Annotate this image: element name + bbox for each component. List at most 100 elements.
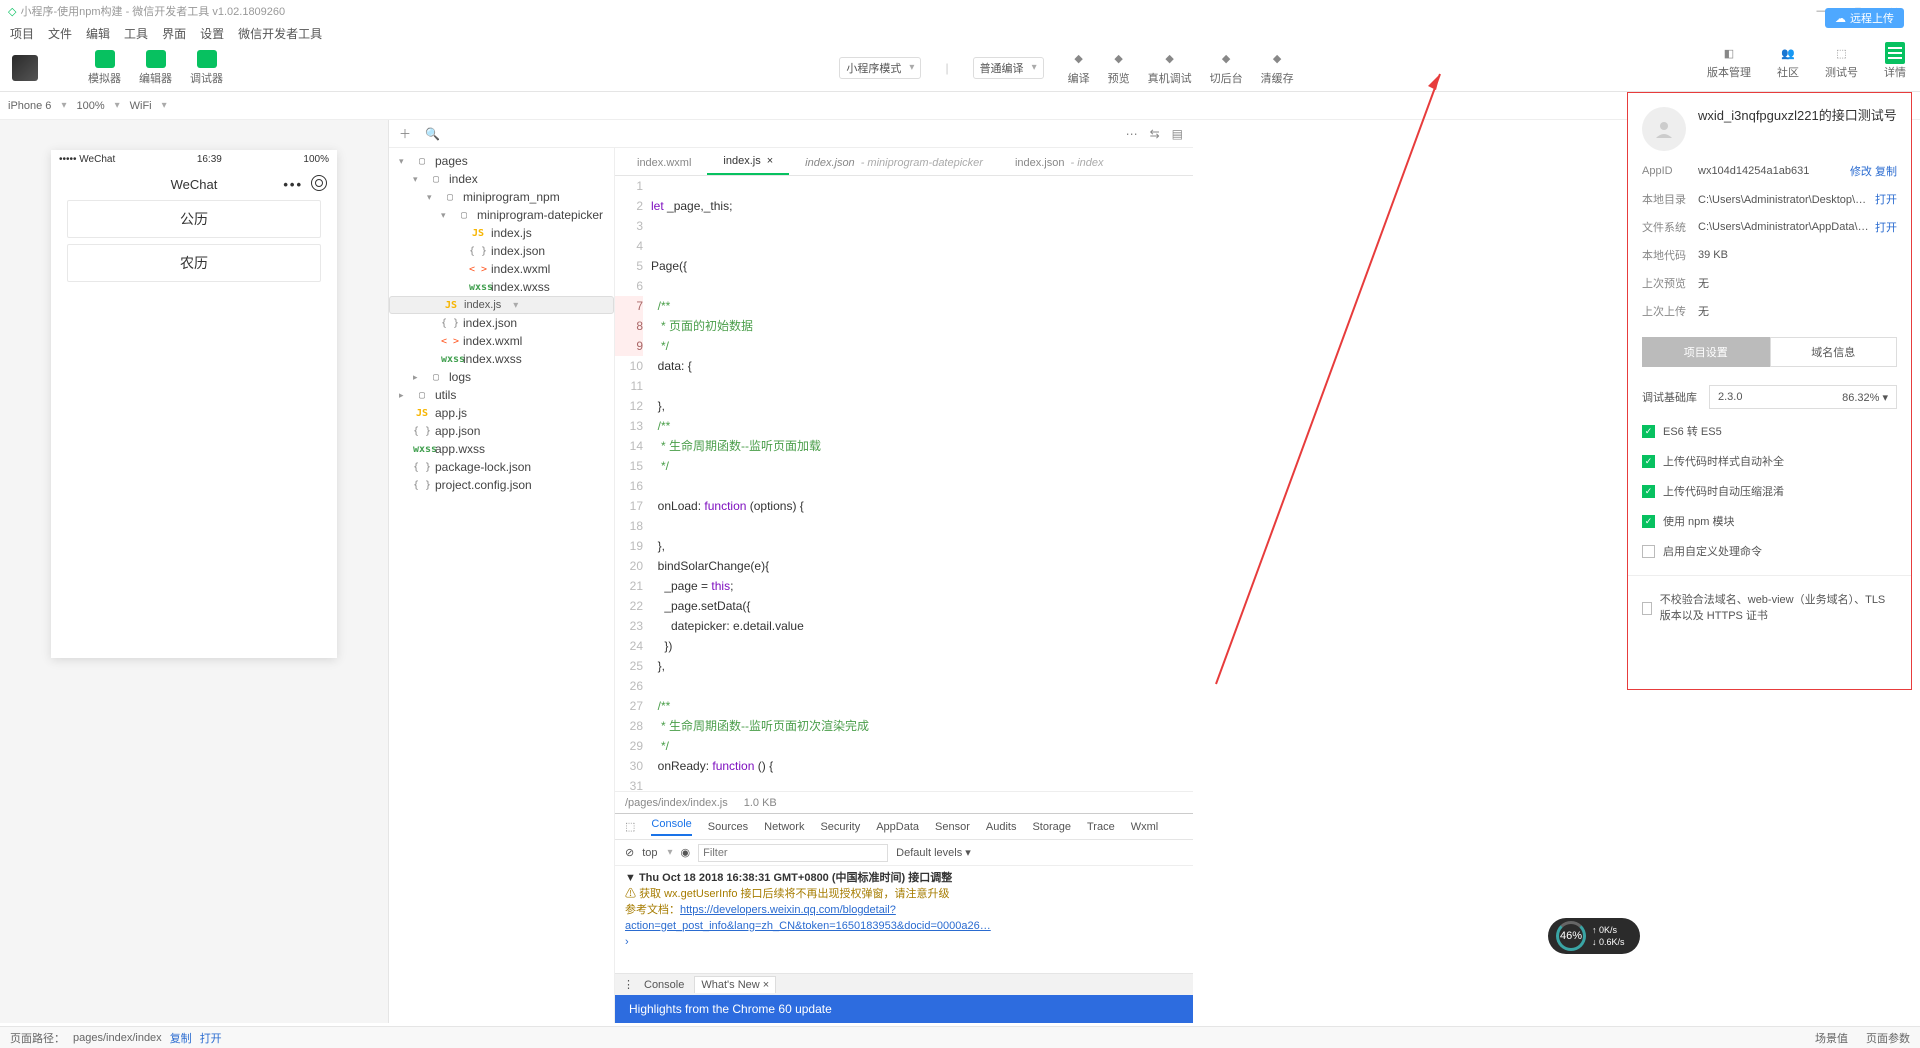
devtools-tab-wxml[interactable]: Wxml: [1131, 821, 1159, 833]
tree-node-logs[interactable]: ▸▢logs: [389, 368, 614, 386]
checkbox-icon[interactable]: ✓: [1642, 455, 1655, 468]
page-params[interactable]: 页面参数: [1866, 1030, 1910, 1046]
editor-button[interactable]: 编辑器: [139, 50, 172, 86]
editor-tab[interactable]: index.json - miniprogram-datepicker: [789, 151, 999, 175]
tree-node-index.json[interactable]: { }index.json: [389, 242, 614, 260]
drawer-tab-console[interactable]: Console: [644, 979, 684, 991]
devtools-tab-console[interactable]: Console: [651, 818, 691, 836]
simulator-button[interactable]: 模拟器: [88, 50, 121, 86]
devtools-tab-sensor[interactable]: Sensor: [935, 821, 970, 833]
setting-check[interactable]: ✓上传代码时自动压缩混淆: [1642, 483, 1897, 499]
tree-node-app.js[interactable]: JSapp.js: [389, 404, 614, 422]
tree-node-index.json[interactable]: { }index.json: [389, 314, 614, 332]
eye-icon[interactable]: ◉: [681, 846, 691, 859]
tree-node-app.json[interactable]: { }app.json: [389, 422, 614, 440]
file-tree[interactable]: ▾▢pages▾▢index▾▢miniprogram_npm▾▢minipro…: [389, 148, 615, 1023]
menu-文件[interactable]: 文件: [48, 25, 72, 42]
collapse-icon[interactable]: ⇆: [1150, 127, 1160, 141]
menu-编辑[interactable]: 编辑: [86, 25, 110, 42]
setting-check[interactable]: ✓启用自定义处理命令: [1642, 543, 1897, 559]
setting-check[interactable]: ✓使用 npm 模块: [1642, 513, 1897, 529]
split-icon[interactable]: ▤: [1172, 127, 1183, 141]
scene-value[interactable]: 场景值: [1815, 1030, 1848, 1046]
menu-工具[interactable]: 工具: [124, 25, 148, 42]
devtools-tab-audits[interactable]: Audits: [986, 821, 1017, 833]
menu-设置[interactable]: 设置: [200, 25, 224, 42]
devtools-tab-network[interactable]: Network: [764, 821, 804, 833]
close-tab-icon[interactable]: ×: [767, 155, 773, 167]
tree-node-package-lock.json[interactable]: { }package-lock.json: [389, 458, 614, 476]
devtools-tab-security[interactable]: Security: [820, 821, 860, 833]
tree-node-index[interactable]: ▾▢index: [389, 170, 614, 188]
elements-icon[interactable]: ⬚: [625, 820, 635, 833]
filter-input[interactable]: [698, 844, 888, 862]
code-editor[interactable]: 1234567891011121314151617181920212223242…: [615, 176, 1193, 791]
detail-action[interactable]: 打开: [1875, 219, 1897, 235]
checkbox-icon[interactable]: ✓: [1642, 485, 1655, 498]
detail-action[interactable]: 打开: [1875, 191, 1897, 207]
detail-action[interactable]: 修改 复制: [1850, 163, 1897, 179]
checkbox-icon[interactable]: ✓: [1642, 515, 1655, 528]
tree-node-utils[interactable]: ▸▢utils: [389, 386, 614, 404]
devtools-tab-appdata[interactable]: AppData: [876, 821, 919, 833]
tab-domain-info[interactable]: 域名信息: [1770, 337, 1898, 367]
devtools-tab-storage[interactable]: Storage: [1032, 821, 1071, 833]
devtools-tab-sources[interactable]: Sources: [708, 821, 748, 833]
compile-button[interactable]: ◆编译: [1068, 50, 1090, 86]
compile-select[interactable]: 普通编译: [973, 57, 1044, 79]
tree-node-index.wxss[interactable]: wxssindex.wxss: [389, 350, 614, 368]
menu-微信开发者工具[interactable]: 微信开发者工具: [238, 25, 322, 42]
clear-console-icon[interactable]: ⊘: [625, 846, 634, 859]
setting-check-noverify[interactable]: ✓ 不校验合法域名、web-view（业务域名）、TLS 版本以及 HTTPS …: [1642, 592, 1897, 624]
search-icon[interactable]: 🔍: [425, 127, 440, 141]
remote-debug-button[interactable]: ◆真机调试: [1148, 50, 1192, 86]
menu-项目[interactable]: 项目: [10, 25, 34, 42]
editor-tab[interactable]: index.json - index: [999, 151, 1120, 175]
tree-node-index.wxml[interactable]: < >index.wxml: [389, 332, 614, 350]
phone-list-item[interactable]: 公历: [67, 200, 321, 238]
drawer-tab-whatsnew[interactable]: What's New ×: [694, 976, 776, 993]
capsule-menu-icon[interactable]: •••: [283, 177, 303, 192]
tab-project-settings[interactable]: 项目设置: [1642, 337, 1770, 367]
network-select[interactable]: WiFi: [130, 100, 167, 112]
community-button[interactable]: 👥社区: [1777, 44, 1799, 80]
tree-node-project.config.json[interactable]: { }project.config.json: [389, 476, 614, 494]
editor-tab[interactable]: index.wxml: [621, 151, 707, 175]
doc-link[interactable]: https://developers.weixin.qq.com/blogdet…: [625, 904, 991, 932]
menu-界面[interactable]: 界面: [162, 25, 186, 42]
bgswitch-button[interactable]: ◆切后台: [1210, 50, 1243, 86]
tree-node-index.js[interactable]: JSindex.js: [389, 224, 614, 242]
tree-node-app.wxss[interactable]: wxssapp.wxss: [389, 440, 614, 458]
context-select[interactable]: top: [642, 847, 672, 859]
version-button[interactable]: ◧版本管理: [1707, 44, 1751, 80]
editor-tab[interactable]: index.js×: [707, 149, 789, 175]
device-select[interactable]: iPhone 6: [8, 100, 66, 112]
tree-node-index.wxss[interactable]: wxssindex.wxss: [389, 278, 614, 296]
tree-node-pages[interactable]: ▾▢pages: [389, 152, 614, 170]
drawer-menu-icon[interactable]: ⋮: [623, 978, 634, 991]
open-path-link[interactable]: 打开: [200, 1030, 222, 1046]
preview-button[interactable]: ◆预览: [1108, 50, 1130, 86]
zoom-select[interactable]: 100%: [76, 100, 119, 112]
debugger-button[interactable]: 调试器: [190, 50, 223, 86]
capsule-close-icon[interactable]: [311, 175, 327, 191]
checkbox-icon[interactable]: ✓: [1642, 425, 1655, 438]
new-file-icon[interactable]: ＋: [399, 125, 411, 142]
baselib-select[interactable]: 2.3.0 86.32% ▾: [1709, 385, 1897, 409]
tree-node-miniprogram-datepicker[interactable]: ▾▢miniprogram-datepicker: [389, 206, 614, 224]
tree-node-index.wxml[interactable]: < >index.wxml: [389, 260, 614, 278]
tree-node-miniprogram_npm[interactable]: ▾▢miniprogram_npm: [389, 188, 614, 206]
tree-node-index.js[interactable]: JSindex.js: [389, 296, 614, 314]
phone-list-item[interactable]: 农历: [67, 244, 321, 282]
setting-check[interactable]: ✓上传代码时样式自动补全: [1642, 453, 1897, 469]
checkbox-icon[interactable]: ✓: [1642, 545, 1655, 558]
more-icon[interactable]: ⋯: [1126, 127, 1138, 141]
remote-upload-button[interactable]: ☁ 远程上传: [1825, 8, 1904, 28]
copy-path-link[interactable]: 复制: [170, 1030, 192, 1046]
clear-cache-button[interactable]: ◆清缓存: [1261, 50, 1294, 86]
user-avatar[interactable]: [12, 55, 38, 81]
mode-select[interactable]: 小程序模式: [839, 57, 921, 79]
devtools-tab-trace[interactable]: Trace: [1087, 821, 1115, 833]
levels-select[interactable]: Default levels ▾: [896, 846, 971, 859]
test-account-button[interactable]: ⬚测试号: [1825, 44, 1858, 80]
